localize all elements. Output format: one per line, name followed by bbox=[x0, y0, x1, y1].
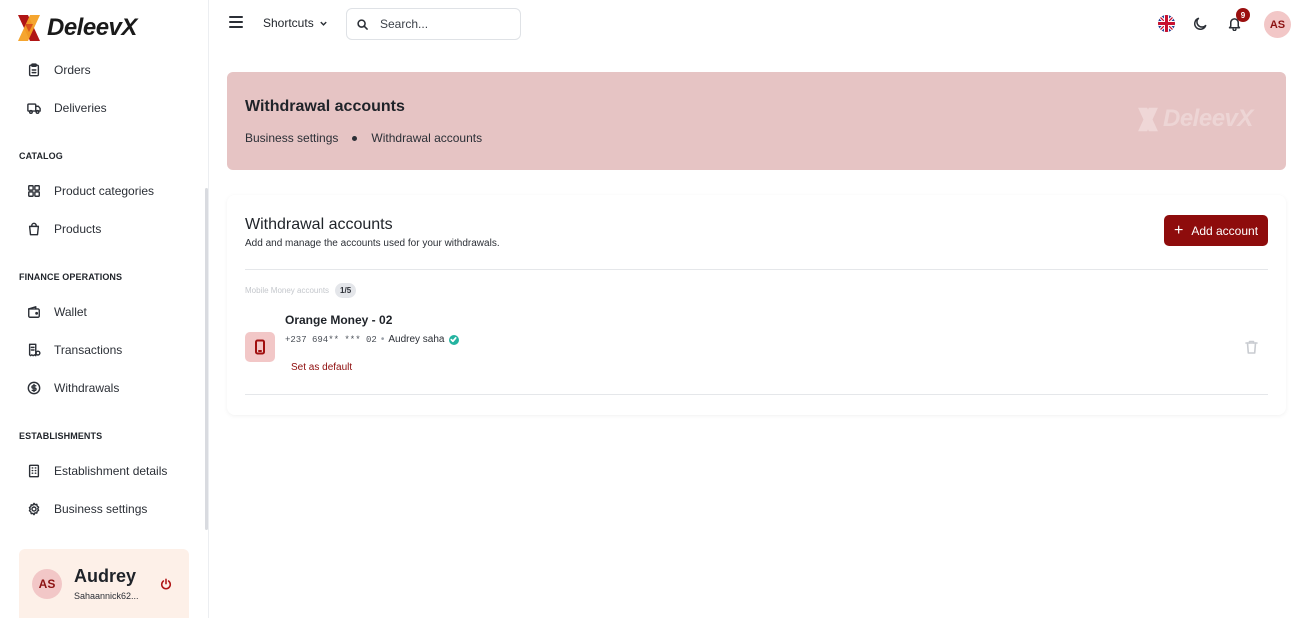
moon-icon[interactable] bbox=[1193, 16, 1208, 31]
sidebar-item-orders[interactable]: Orders bbox=[18, 54, 198, 86]
avatar[interactable]: AS bbox=[1264, 11, 1291, 38]
card-subtitle: Add and manage the accounts used for you… bbox=[245, 238, 500, 249]
sidebar-item-label: Orders bbox=[54, 63, 91, 77]
search-input[interactable] bbox=[380, 17, 500, 31]
set-default-link[interactable]: Set as default bbox=[291, 362, 352, 373]
add-account-button[interactable]: + Add account bbox=[1164, 215, 1268, 246]
gear-icon bbox=[27, 502, 41, 516]
page-title: Withdrawal accounts bbox=[245, 98, 405, 115]
mobile-phone-icon bbox=[245, 332, 275, 362]
breadcrumb-separator bbox=[352, 135, 358, 141]
add-account-label: Add account bbox=[1191, 223, 1259, 238]
search-icon bbox=[357, 18, 368, 30]
shortcuts-label: Shortcuts bbox=[263, 16, 314, 30]
sidebar-scrollbar[interactable] bbox=[205, 188, 208, 530]
sidebar-item-product-categories[interactable]: Product categories bbox=[18, 175, 198, 207]
watermark-logo: DeleevX bbox=[1137, 105, 1253, 133]
sidebar-item-label: Establishment details bbox=[54, 464, 168, 478]
deleevx-logo-icon bbox=[1138, 107, 1158, 131]
building-icon bbox=[27, 464, 41, 478]
clipboard-icon bbox=[27, 63, 41, 77]
brand-name: DeleevX bbox=[47, 14, 137, 41]
group-count-badge: 1/5 bbox=[335, 283, 357, 298]
hamburger-menu-icon[interactable] bbox=[229, 16, 243, 30]
sidebar-item-deliveries[interactable]: Deliveries bbox=[18, 92, 198, 124]
group-label-text: Mobile Money accounts bbox=[245, 286, 330, 295]
uk-flag-icon[interactable] bbox=[1158, 15, 1175, 32]
user-card[interactable]: AS Audrey Sahaannick62... bbox=[19, 549, 189, 618]
search-box[interactable] bbox=[346, 8, 521, 40]
user-info: Audrey Sahaannick62... bbox=[74, 566, 154, 601]
sidebar-item-withdrawals[interactable]: Withdrawals bbox=[18, 372, 198, 404]
sidebar-item-label: Transactions bbox=[54, 343, 123, 357]
user-email: Sahaannick62... bbox=[74, 591, 139, 601]
page-header-banner: Withdrawal accounts Business settings Wi… bbox=[227, 72, 1286, 170]
sidebar-item-label: Business settings bbox=[54, 502, 148, 516]
plus-icon: + bbox=[1173, 221, 1184, 239]
dot-separator: • bbox=[380, 334, 385, 345]
receipt-icon bbox=[27, 343, 41, 357]
breadcrumb-item-business-settings[interactable]: Business settings bbox=[245, 131, 338, 145]
sidebar-item-label: Withdrawals bbox=[54, 381, 120, 395]
group-label: Mobile Money accounts 1/5 bbox=[245, 283, 357, 298]
deleevx-logo-icon bbox=[18, 15, 40, 41]
verified-check-icon bbox=[448, 334, 459, 345]
section-title-catalog: CATALOG bbox=[19, 151, 63, 161]
account-details: +237 694** *** 02 • Audrey saha bbox=[285, 334, 459, 345]
truck-icon bbox=[27, 101, 41, 115]
breadcrumb-item-current: Withdrawal accounts bbox=[371, 131, 483, 145]
trash-icon[interactable] bbox=[1245, 340, 1258, 354]
account-number: +237 694** *** 02 bbox=[285, 334, 377, 345]
account-holder: Audrey saha bbox=[388, 334, 445, 345]
shopping-bag-icon bbox=[27, 222, 41, 236]
breadcrumb: Business settings Withdrawal accounts bbox=[245, 131, 482, 145]
sidebar-item-products[interactable]: Products bbox=[18, 213, 198, 245]
divider bbox=[245, 269, 1268, 270]
brand-logo[interactable]: DeleevX bbox=[17, 13, 137, 43]
sidebar-item-label: Deliveries bbox=[54, 101, 107, 115]
card-title: Withdrawal accounts bbox=[245, 216, 393, 233]
section-title-finance: FINANCE OPERATIONS bbox=[19, 272, 123, 282]
divider bbox=[245, 394, 1268, 395]
withdrawal-accounts-card: Withdrawal accounts Add and manage the a… bbox=[227, 195, 1286, 415]
notification-badge: 9 bbox=[1236, 8, 1250, 22]
wallet-icon bbox=[27, 305, 41, 319]
account-name: Orange Money - 02 bbox=[285, 313, 393, 327]
sidebar-item-transactions[interactable]: Transactions bbox=[18, 334, 198, 366]
sidebar-item-wallet[interactable]: Wallet bbox=[18, 296, 198, 328]
sidebar-item-label: Products bbox=[54, 222, 102, 236]
section-title-establishments: ESTABLISHMENTS bbox=[19, 431, 103, 441]
watermark-text: DeleevX bbox=[1163, 105, 1253, 132]
dollar-circle-icon bbox=[27, 381, 41, 395]
avatar: AS bbox=[32, 568, 62, 599]
sidebar-item-business-settings[interactable]: Business settings bbox=[18, 493, 198, 525]
sidebar-item-label: Product categories bbox=[54, 184, 155, 198]
topbar: Shortcuts 9 AS bbox=[209, 0, 1299, 48]
power-icon[interactable] bbox=[160, 577, 174, 591]
sidebar-item-establishment-details[interactable]: Establishment details bbox=[18, 455, 198, 487]
shortcuts-dropdown[interactable]: Shortcuts bbox=[263, 16, 328, 30]
chevron-down-icon bbox=[319, 21, 327, 26]
sidebar: DeleevX Orders Deliveries CATALOG Produc… bbox=[0, 0, 209, 618]
grid-icon bbox=[27, 184, 41, 198]
sidebar-item-label: Wallet bbox=[54, 305, 87, 319]
user-name: Audrey bbox=[74, 566, 137, 586]
